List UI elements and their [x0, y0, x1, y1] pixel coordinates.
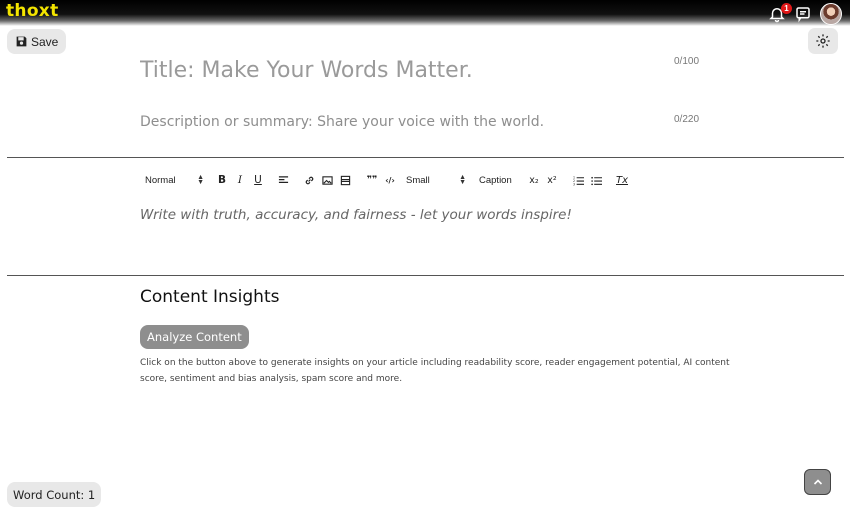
analyze-content-button[interactable]: Analyze Content [140, 325, 249, 349]
top-bar-actions: 1 [768, 3, 842, 25]
blockquote-button[interactable]: ❞❞ [363, 171, 381, 189]
insights-heading: Content Insights [140, 287, 280, 307]
divider-top [7, 157, 844, 158]
ordered-list-button[interactable]: 123 [569, 171, 587, 189]
size-select-value: Small [406, 174, 430, 186]
avatar[interactable] [820, 3, 842, 25]
gear-icon [816, 34, 830, 48]
italic-button[interactable]: I [231, 171, 249, 189]
formatting-toolbar: Normal ▲ ▼ B I U ❞❞ ‹/› Small ▲ ▼ Caption … [140, 171, 631, 189]
select-arrows-icon: ▲ ▼ [197, 174, 204, 186]
image-button[interactable] [318, 171, 336, 189]
bullet-list-icon [590, 176, 602, 185]
insights-description: Click on the button above to generate in… [140, 358, 730, 384]
top-bar: thoxt 1 [0, 0, 850, 26]
description-char-count: 0/220 [674, 114, 700, 125]
chevron-up-icon [813, 479, 822, 485]
video-icon [340, 175, 350, 185]
save-label: Save [31, 34, 59, 49]
divider-bottom [7, 275, 844, 276]
settings-button[interactable] [808, 28, 838, 54]
align-button[interactable] [274, 171, 292, 189]
heading-select-value: Normal [145, 174, 176, 186]
notification-badge: 1 [781, 3, 792, 14]
code-button[interactable]: ‹/› [381, 171, 399, 189]
chat-bubble-icon[interactable] [794, 5, 812, 23]
svg-text:3: 3 [573, 182, 575, 186]
title-input[interactable] [140, 55, 660, 85]
image-icon [321, 175, 333, 185]
caption-button[interactable]: Caption [479, 175, 519, 186]
ordered-list-icon: 123 [573, 175, 584, 186]
superscript-button[interactable]: x² [543, 171, 561, 189]
bold-button[interactable]: B [213, 171, 231, 189]
link-icon [305, 176, 313, 184]
heading-select[interactable]: Normal ▲ ▼ [140, 174, 204, 186]
clear-format-button[interactable]: Tx [613, 171, 631, 189]
word-count-badge: Word Count: 1 [7, 482, 102, 507]
editor-body-placeholder[interactable]: Write with truth, accuracy, and fairness… [140, 207, 572, 223]
app-logo[interactable]: thoxt [6, 1, 59, 21]
floppy-disk-icon [16, 36, 27, 47]
align-left-icon [278, 175, 288, 183]
description-input[interactable] [140, 112, 660, 132]
underline-button[interactable]: U [249, 171, 267, 189]
video-button[interactable] [336, 171, 354, 189]
bullet-list-button[interactable] [587, 171, 605, 189]
caption-label: Caption [479, 174, 512, 186]
scroll-to-top-button[interactable] [804, 469, 831, 495]
editor-page: thoxt 1 Save 0/100 0/220 Normal ▲▼ B [0, 0, 850, 516]
save-button[interactable]: Save [7, 29, 67, 54]
link-button[interactable] [300, 171, 318, 189]
subscript-button[interactable]: x₂ [525, 171, 543, 189]
size-select[interactable]: Small ▲ ▼ [402, 174, 466, 186]
bell-icon[interactable]: 1 [768, 3, 792, 23]
title-char-count: 0/100 [674, 56, 700, 67]
select-arrows-icon: ▲ ▼ [459, 174, 466, 186]
